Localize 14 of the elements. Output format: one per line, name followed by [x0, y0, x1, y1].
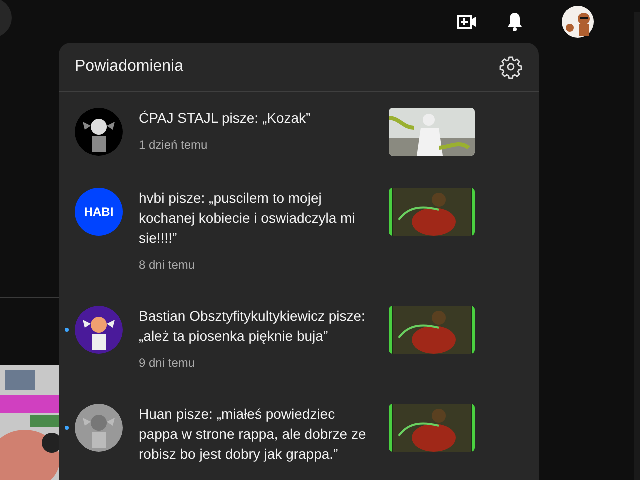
notification-text: Huan pisze: „miałeś powiedziec pappa w strone rappa, ale dobrze ze robisz bo jest dobry jak grappa.”: [139, 405, 368, 464]
notification-text: hvbi pisze: „puscilem to mojej kochanej kobiecie i oswiadczyla mi sie!!!!”: [139, 189, 356, 248]
notification-time: 1 dzień temu: [139, 137, 208, 154]
notification-item[interactable]: Huan pisze: „miałeś powiedziec pappa w strone rappa, ale dobrze ze robisz bo jest dobry jak grappa.”: [59, 388, 539, 480]
notification-item[interactable]: ĆPAJ STAJL pisze: „Kozak” 1 dzień temu: [59, 92, 539, 172]
notification-item[interactable]: Bastian Obsztyfitykultykiewicz pisze: „ależ ta piosenka pięknie buja” 9 dni temu: [59, 290, 539, 388]
notification-time: 9 dni temu: [139, 355, 196, 372]
notification-time: 8 dni temu: [139, 257, 196, 274]
notification-text: Bastian Obsztyfitykultykiewicz pisze: „ależ ta piosenka pięknie buja”: [139, 307, 366, 346]
notification-item[interactable]: HABI hvbi pisze: „puscilem to mojej kochanej kobiecie i oswiadczyla mi sie!!!!” 8 dni temu: [59, 172, 539, 290]
notification-text: ĆPAJ STAJL pisze: „Kozak”: [139, 109, 311, 128]
panel-title: Powiadomienia: [75, 58, 184, 76]
settings-icon[interactable]: [499, 55, 523, 79]
channel-avatar: HABI: [75, 188, 123, 236]
